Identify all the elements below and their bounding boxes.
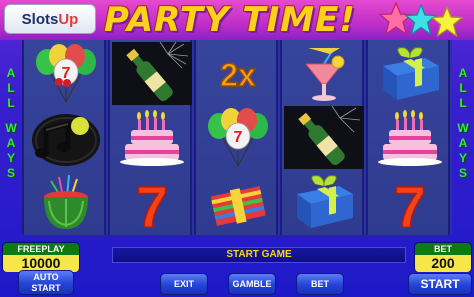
side-letter: A <box>458 66 468 80</box>
bet-button[interactable]: BET <box>296 273 344 295</box>
side-letter: L <box>459 96 467 110</box>
balloons-icon: 7 <box>198 106 278 169</box>
logo-text-up: Up <box>58 10 79 28</box>
side-letter: Y <box>458 151 467 165</box>
seven-icon: 7 <box>112 170 192 233</box>
reel-4 <box>280 40 364 235</box>
music-notes-icon <box>26 106 106 169</box>
all-ways-label-right: A L L W A Y S <box>452 66 474 181</box>
status-message: START GAME <box>112 247 406 263</box>
multiplier-text: 2x <box>220 57 256 93</box>
auto-start-button[interactable]: AUTO START <box>18 270 74 295</box>
freeplay-box: FREEPLAY 10000 <box>2 242 80 272</box>
side-letter: W <box>457 121 469 135</box>
side-letter: A <box>6 136 16 150</box>
yellow-star-icon <box>430 6 464 38</box>
side-letter: L <box>7 81 15 95</box>
gift-box-icon <box>284 170 364 233</box>
side-letter: S <box>458 166 467 180</box>
side-letter: A <box>458 136 468 150</box>
start-button[interactable]: START <box>408 273 472 295</box>
auto-start-label-line1: AUTO <box>33 272 59 282</box>
champagne-bottle-icon <box>112 42 192 105</box>
seven-text: 7 <box>394 175 426 233</box>
bet-value: 200 <box>415 255 471 272</box>
reel-2: 7 <box>108 40 192 235</box>
auto-start-label-line2: START <box>31 283 61 293</box>
seven-icon: 7 <box>370 170 450 233</box>
reel-1: 7 <box>22 40 106 235</box>
freeplay-label: FREEPLAY <box>3 243 79 255</box>
game-screen: Slots Up PARTY TIME! A L L W A Y S A L L … <box>0 0 474 297</box>
side-letter: A <box>6 66 16 80</box>
bet-box: BET 200 <box>414 242 472 272</box>
reel-area: 7 7 2x 7 7 <box>22 40 452 235</box>
bet-label: BET <box>415 243 471 255</box>
all-ways-label-left: A L L W A Y S <box>0 66 22 181</box>
gamble-button[interactable]: GAMBLE <box>228 273 276 295</box>
reel-5: 7 <box>366 40 450 235</box>
watermelon-cocktail-icon <box>26 170 106 233</box>
birthday-cake-icon <box>112 106 192 169</box>
birthday-cake-icon <box>370 106 450 169</box>
svg-text:7: 7 <box>234 129 243 146</box>
side-letter: L <box>459 81 467 95</box>
reel-3: 2x 7 <box>194 40 278 235</box>
side-letter: S <box>6 166 15 180</box>
slotsup-logo: Slots Up <box>4 4 96 34</box>
multiplier-2x-icon: 2x <box>198 42 278 105</box>
logo-text-slots: Slots <box>21 10 59 28</box>
side-letter: W <box>5 121 17 135</box>
side-letter: Y <box>6 151 15 165</box>
game-title: PARTY TIME! <box>104 0 356 40</box>
exit-button[interactable]: EXIT <box>160 273 208 295</box>
gift-box-icon <box>370 42 450 105</box>
seven-text: 7 <box>136 175 168 233</box>
party-favor-icon <box>198 170 278 233</box>
cocktail-glass-icon <box>284 42 364 105</box>
champagne-bottle-icon <box>284 106 364 169</box>
side-letter: L <box>7 96 15 110</box>
balloons-icon: 7 <box>26 42 106 105</box>
